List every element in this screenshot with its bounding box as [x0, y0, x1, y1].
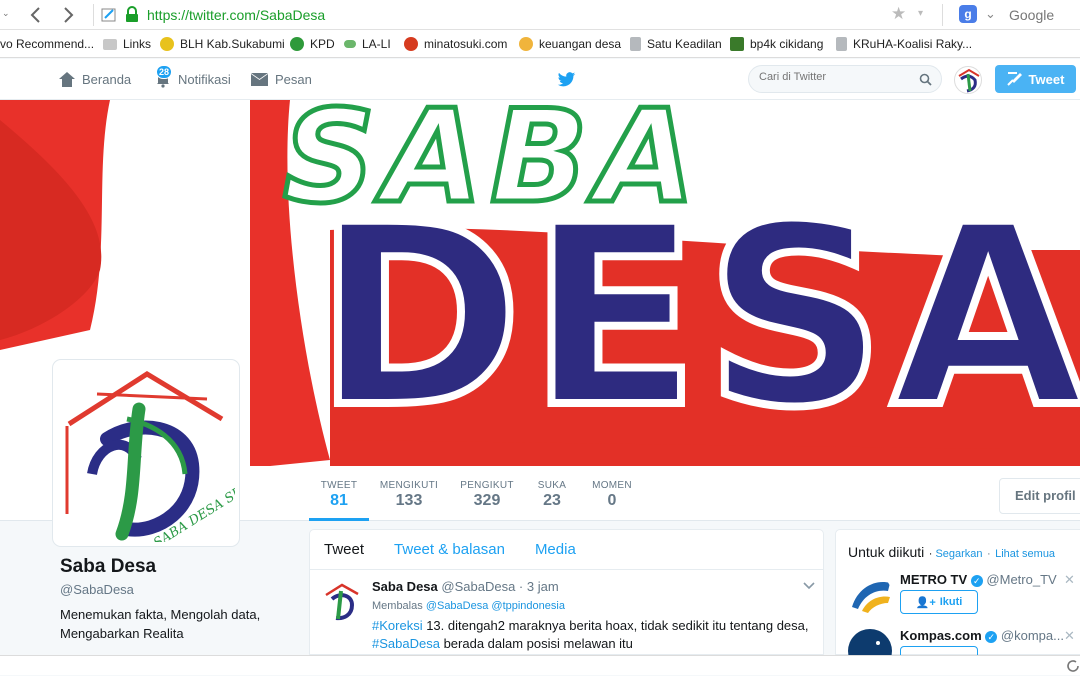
stat-followers[interactable]: PENGIKUT 329 [457, 466, 517, 521]
tweet-author-handle[interactable]: @SabaDesa [441, 579, 515, 594]
loading-icon [1067, 660, 1079, 672]
twitter-nav: Beranda Notifikasi 28 Pesan Tweet [0, 59, 1080, 100]
bookmark-icon [730, 37, 744, 51]
bookmark-icon [519, 37, 533, 51]
timeline-tabs: Tweet Tweet & balasan Media [310, 530, 823, 570]
lock-icon[interactable] [125, 6, 139, 23]
tab-tweets[interactable]: Tweet [324, 541, 364, 558]
profile-avatar[interactable]: SABA DESA SUKABUMI [53, 360, 296, 551]
bookmark-item[interactable]: KRuHA-Koalisi Raky... [836, 30, 972, 58]
envelope-icon [251, 72, 268, 86]
bookmark-item[interactable]: vo Recommend... [0, 30, 94, 58]
reply-prefix: Membalas [372, 600, 423, 612]
hashtag-link[interactable]: #Koreksi [372, 618, 423, 633]
search-engine-dropdown-icon[interactable]: ⌄ [985, 6, 996, 22]
profile-bio: Menemukan fakta, Mengolah data, Mengabar… [60, 607, 261, 641]
stat-tweets[interactable]: TWEET 81 [309, 466, 369, 521]
suggestion-handle[interactable]: @kompa... [1001, 628, 1064, 643]
tweet-avatar[interactable] [320, 579, 364, 623]
google-g-icon[interactable]: g [959, 5, 977, 23]
banner-title-line2: DESA [311, 171, 1080, 462]
follow-button[interactable]: 👤+ Ikuti [900, 590, 978, 614]
add-user-icon: 👤+ [915, 596, 936, 609]
bookmark-icon [404, 37, 418, 51]
bookmark-item[interactable]: KPD [290, 30, 335, 58]
suggestion-handle[interactable]: @Metro_TV [986, 572, 1056, 587]
bookmark-icon [160, 37, 174, 51]
follow-suggestion[interactable]: METRO TV ✓ @Metro_TV 👤+ Ikuti ✕ [836, 570, 1080, 620]
url-field[interactable]: https://twitter.com/SabaDesa [147, 7, 325, 23]
view-all-link[interactable]: Lihat semua [995, 548, 1055, 560]
search-icon[interactable] [919, 73, 932, 86]
stat-following[interactable]: MENGIKUTI 133 [378, 466, 440, 521]
bookmark-item[interactable]: Satu Keadilan [630, 30, 722, 58]
tab-tweets-replies[interactable]: Tweet & balasan [394, 541, 505, 558]
saba-desa-logo: SABA DESA SUKABUMI [65, 371, 296, 551]
tweet-time[interactable]: 3 jam [527, 579, 559, 594]
wtf-title: Untuk diikuti [848, 544, 925, 560]
tweet-compose-button[interactable]: Tweet [995, 65, 1076, 93]
dropdown-arrow-icon[interactable]: ⌄ [2, 8, 10, 19]
profile-info: Saba Desa @SabaDesa Menemukan fakta, Men… [0, 521, 300, 655]
profile-handle[interactable]: @SabaDesa [60, 582, 134, 597]
chevron-down-icon[interactable] [803, 582, 815, 590]
browser-status-bar [0, 655, 1080, 675]
tab-media[interactable]: Media [535, 541, 576, 558]
twitter-bird-icon[interactable] [557, 72, 576, 88]
star-dropdown-icon[interactable]: ▾ [918, 8, 923, 19]
hashtag-link[interactable]: #SabaDesa [372, 636, 440, 651]
reply-to-link[interactable]: @SabaDesa @tppindonesia [426, 600, 565, 612]
who-to-follow: Untuk diikuti · Segarkan · Lihat semua M… [835, 529, 1080, 673]
edit-profile-button[interactable]: Edit profil [999, 478, 1080, 514]
account-avatar[interactable] [954, 66, 982, 94]
search-engine-field[interactable]: Google [1009, 7, 1054, 23]
bookmark-item[interactable]: BLH Kab.Sukabumi [160, 30, 285, 58]
bookmark-star-icon[interactable]: ★ [891, 4, 906, 24]
nav-home[interactable]: Beranda [58, 59, 131, 99]
search-box[interactable] [748, 65, 942, 93]
back-icon[interactable] [28, 6, 44, 24]
search-input[interactable] [759, 71, 909, 83]
stat-likes[interactable]: SUKA 23 [532, 466, 572, 521]
suggestion-name[interactable]: METRO TV [900, 572, 967, 587]
refresh-link[interactable]: Segarkan [935, 548, 982, 560]
profile-name[interactable]: Saba Desa [60, 556, 156, 578]
stat-moments[interactable]: MOMEN 0 [590, 466, 634, 521]
page-icon [836, 37, 847, 51]
verified-icon: ✓ [985, 631, 998, 643]
bookmark-icon [290, 37, 304, 51]
close-icon[interactable]: ✕ [1064, 572, 1075, 588]
notification-count-badge: 28 [156, 65, 173, 79]
page-icon [630, 37, 641, 51]
nav-messages[interactable]: Pesan [250, 59, 312, 99]
bookmark-item[interactable]: LA-LI [344, 30, 391, 58]
suggestion-name[interactable]: Kompas.com [900, 628, 982, 643]
browser-toolbar: ⌄ https://twitter.com/SabaDesa ★ ▾ g ⌄ G… [0, 0, 1080, 30]
site-icon[interactable] [101, 6, 119, 24]
bookmark-item[interactable]: bp4k cikidang [730, 30, 823, 58]
tweet[interactable]: Saba Desa @SabaDesa · 3 jam Membalas @Sa… [310, 571, 823, 656]
compose-icon [1006, 72, 1022, 86]
home-icon [59, 71, 75, 87]
tweet-author-name[interactable]: Saba Desa [372, 579, 438, 594]
timeline: Tweet Tweet & balasan Media Saba Desa @S… [309, 529, 824, 655]
bookmark-item[interactable]: Links [103, 30, 151, 58]
bookmark-item[interactable]: keuangan desa [519, 30, 621, 58]
verified-icon: ✓ [970, 575, 983, 587]
close-icon[interactable]: ✕ [1064, 628, 1075, 644]
forward-icon[interactable] [60, 6, 76, 24]
bookmark-item[interactable]: minatosuki.com [404, 30, 507, 58]
folder-icon [103, 38, 117, 50]
tweet-text: #Koreksi 13. ditengah2 maraknya berita h… [372, 618, 809, 651]
bookmark-icon [344, 40, 356, 48]
metro-tv-avatar[interactable] [848, 573, 892, 617]
bookmarks-bar: vo Recommend... Links BLH Kab.Sukabumi K… [0, 30, 1080, 58]
